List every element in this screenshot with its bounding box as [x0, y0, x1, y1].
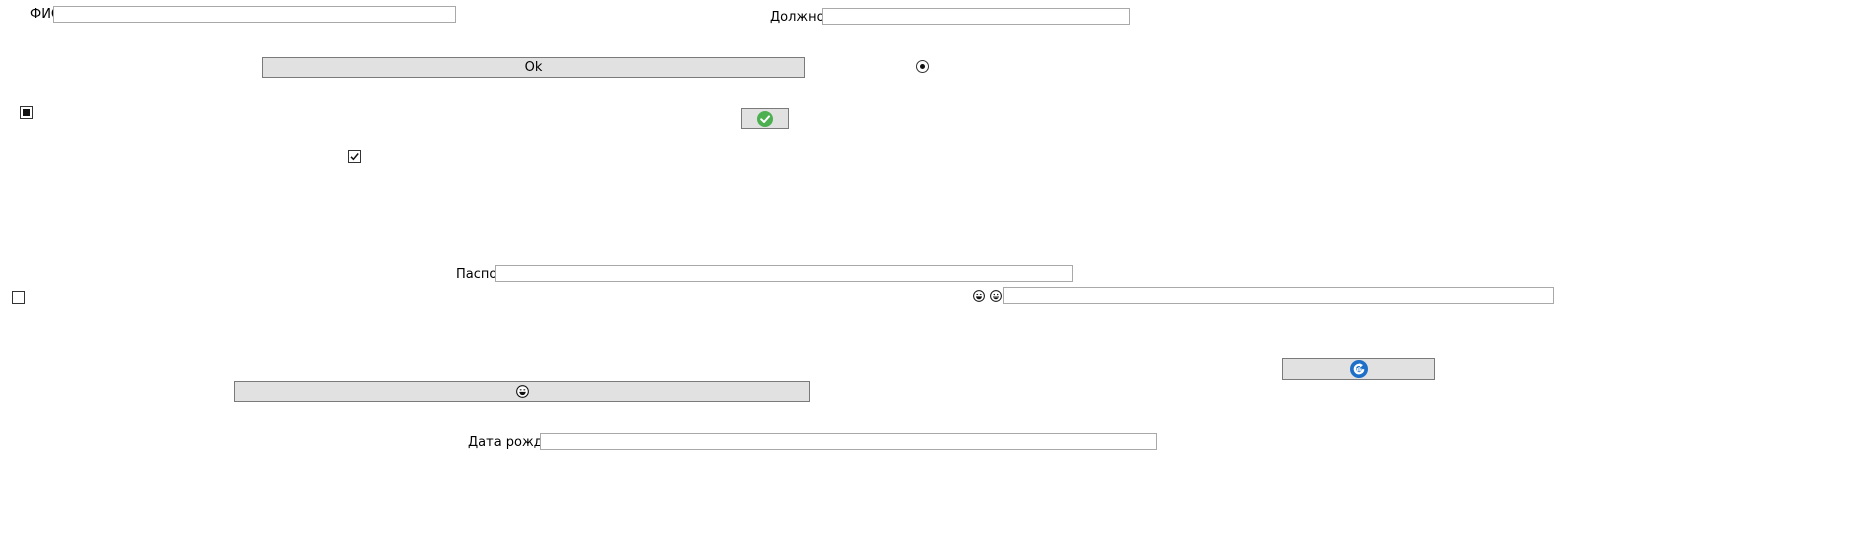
grinning-face-icon: [973, 290, 985, 302]
check-circle-icon: [757, 110, 773, 127]
refresh-button[interactable]: [1282, 358, 1435, 380]
fio-input[interactable]: [53, 6, 456, 23]
passport-input[interactable]: [495, 265, 1073, 282]
smiling-face-icon: [990, 290, 1002, 302]
checkbox-indeterminate[interactable]: [20, 106, 33, 119]
checkbox-unchecked[interactable]: [12, 291, 25, 304]
grinning-face-icon: [515, 385, 529, 398]
position-input[interactable]: [822, 8, 1130, 25]
ok-button-label: Ok: [524, 60, 543, 75]
refresh-circle-icon: [1349, 360, 1368, 378]
checkbox-checked[interactable]: [348, 150, 361, 163]
birth-date-input[interactable]: [540, 433, 1157, 450]
confirm-button[interactable]: [741, 108, 789, 129]
ok-button[interactable]: Ok: [262, 57, 805, 78]
emoji-button[interactable]: [234, 381, 810, 402]
emoji-input[interactable]: [1003, 287, 1554, 304]
radio-button[interactable]: [916, 60, 929, 73]
